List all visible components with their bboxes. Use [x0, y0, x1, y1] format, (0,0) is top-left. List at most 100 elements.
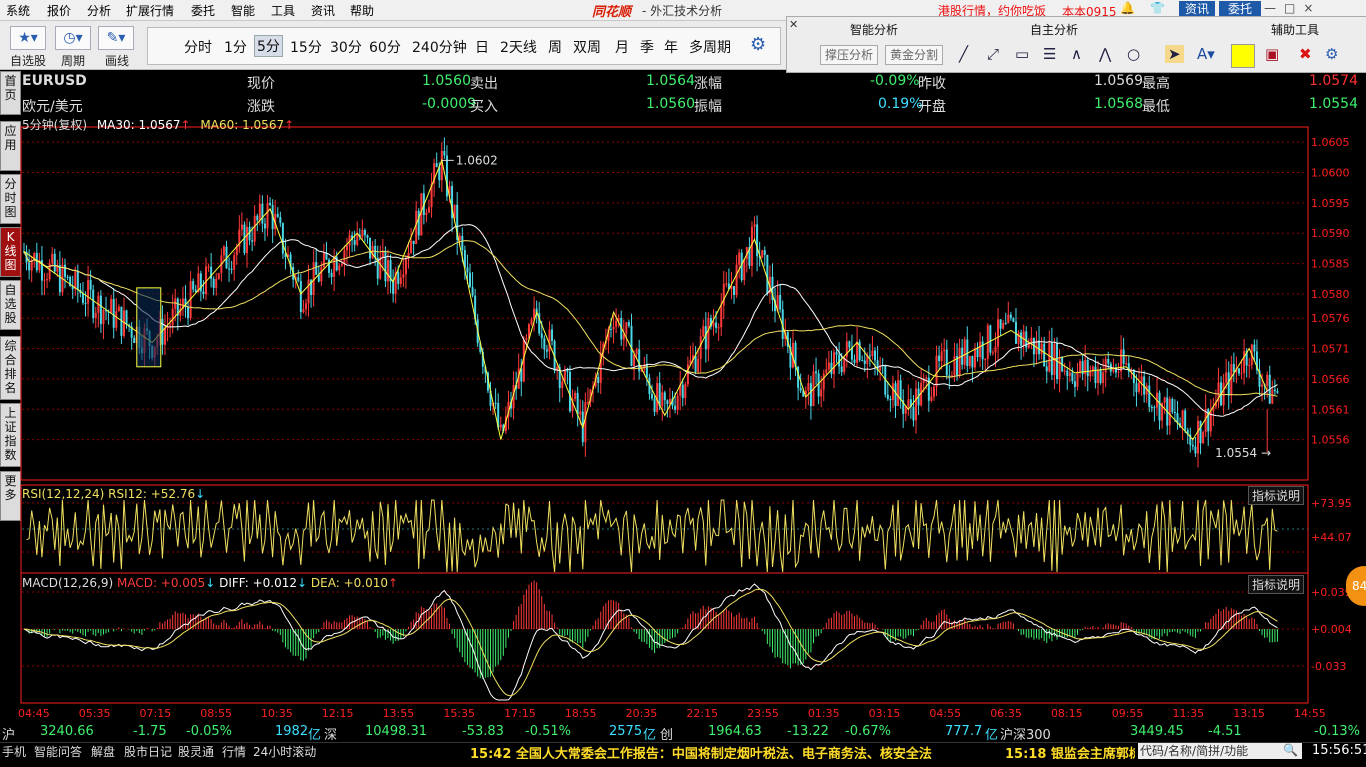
candle-body — [461, 235, 464, 251]
macd-help-button[interactable]: 指标说明 — [1248, 575, 1305, 594]
candle-body — [371, 245, 374, 259]
candle-body — [261, 203, 264, 224]
candle-body — [868, 355, 871, 357]
time-tick-label: 15:35 — [443, 707, 475, 720]
candle-body — [561, 381, 564, 388]
candle-body — [1012, 318, 1015, 322]
candle-body — [1045, 366, 1048, 372]
candle-body — [699, 336, 702, 359]
search-icon[interactable]: 🔍 — [1283, 743, 1298, 757]
candle-body — [756, 224, 759, 257]
candle-body — [743, 259, 746, 281]
candle-body — [1232, 364, 1235, 373]
candle-body — [299, 280, 302, 313]
time-tick-label: 05:35 — [79, 707, 111, 720]
candle-body — [269, 202, 272, 205]
value-change-pct: -0.09% — [870, 73, 920, 89]
candle-body — [830, 362, 833, 375]
candle-body — [661, 392, 664, 406]
time-tick-label: 01:35 — [808, 707, 840, 720]
candle-body — [228, 268, 231, 270]
candle-body — [263, 223, 266, 229]
price-tick-label: 1.0580 — [1311, 288, 1350, 301]
cy-label: 创 — [660, 728, 674, 743]
candle-body — [230, 268, 233, 270]
candle-body — [912, 406, 915, 421]
candle-body — [187, 306, 190, 319]
candle-body — [891, 383, 894, 401]
sz-pct: -0.51% — [525, 724, 571, 739]
candle-body — [722, 283, 725, 306]
candle-body — [663, 392, 666, 401]
candle-body — [330, 272, 333, 277]
candle-body — [392, 281, 395, 294]
time-tick-label: 04:45 — [18, 707, 50, 720]
candle-body — [704, 326, 707, 350]
candle-body — [543, 338, 546, 350]
candle-body — [253, 215, 256, 242]
tab-diary[interactable]: 股市日记 — [124, 743, 172, 760]
tab-24h[interactable]: 24小时滚动 — [253, 743, 316, 760]
down-arrow-icon: ↓ — [297, 576, 308, 590]
hs300-pct: -0.13% — [1314, 724, 1360, 739]
candle-body — [1271, 389, 1274, 404]
candle-body — [940, 351, 943, 362]
label-price: 现价 — [247, 76, 275, 92]
tab-smart-qa[interactable]: 智能问答 — [34, 743, 82, 760]
candle-body — [984, 359, 987, 361]
value-price: 1.0560 — [422, 73, 471, 89]
candle-body — [840, 366, 843, 373]
candle-body — [1043, 343, 1046, 367]
candle-body — [609, 328, 612, 330]
time-tick-label: 07:15 — [140, 707, 172, 720]
candle-body — [471, 287, 474, 296]
candle-body — [1253, 344, 1256, 352]
candle-body — [753, 224, 756, 227]
candle-body — [110, 298, 113, 313]
tab-jiepan[interactable]: 解盘 — [91, 743, 115, 760]
candle-body — [1199, 420, 1202, 444]
candle-body — [266, 202, 269, 229]
candle-body — [676, 395, 679, 410]
clock: 15:56:51 — [1312, 743, 1366, 758]
tab-quotes[interactable]: 行情 — [222, 743, 246, 760]
rsi-help-button[interactable]: 指标说明 — [1248, 486, 1305, 505]
candle-body — [694, 355, 697, 373]
candle-body — [856, 341, 859, 363]
price-tick-label: 1.0556 — [1311, 434, 1350, 447]
candle-body — [1240, 372, 1243, 374]
candle-body — [697, 358, 700, 373]
candle-body — [58, 265, 61, 293]
candle-body — [1048, 342, 1051, 372]
macd-title: MACD(12,26,9) — [22, 576, 114, 590]
candle-body — [307, 279, 310, 304]
code-search-input[interactable]: 代码/名称/简拼/功能 — [1138, 743, 1302, 759]
candle-body — [171, 308, 174, 326]
quote-header: EURUSD 欧元/美元 现价 1.0560 卖出 1.0564 涨幅 -0.0… — [22, 71, 1366, 116]
candle-body — [92, 289, 95, 318]
candle-body — [815, 371, 818, 374]
sh-amount: 1982 — [275, 724, 309, 739]
down-arrow-icon: ↓ — [205, 576, 216, 590]
candle-body — [340, 263, 343, 266]
label-change-pct: 涨幅 — [694, 76, 722, 92]
candle-body — [871, 350, 874, 356]
candle-body — [1094, 366, 1097, 384]
candle-body — [627, 322, 630, 326]
time-tick-label: 20:35 — [626, 707, 658, 720]
price-tick-label: 1.0600 — [1311, 167, 1350, 180]
time-tick-label: 14:55 — [1294, 707, 1326, 720]
candle-body — [125, 310, 128, 325]
candle-body — [469, 272, 472, 288]
time-tick-label: 03:15 — [869, 707, 901, 720]
tab-gulingtong[interactable]: 股灵通 — [178, 743, 214, 760]
dea-line — [23, 588, 1278, 697]
candle-body — [1038, 340, 1041, 355]
value-ask: 1.0564 — [646, 73, 695, 89]
tab-mobile[interactable]: 手机 — [2, 743, 26, 760]
candle-body — [402, 274, 405, 278]
candle-body — [574, 392, 577, 399]
candle-body — [886, 394, 889, 399]
candle-body — [417, 210, 420, 236]
footer-strip — [0, 759, 1366, 767]
